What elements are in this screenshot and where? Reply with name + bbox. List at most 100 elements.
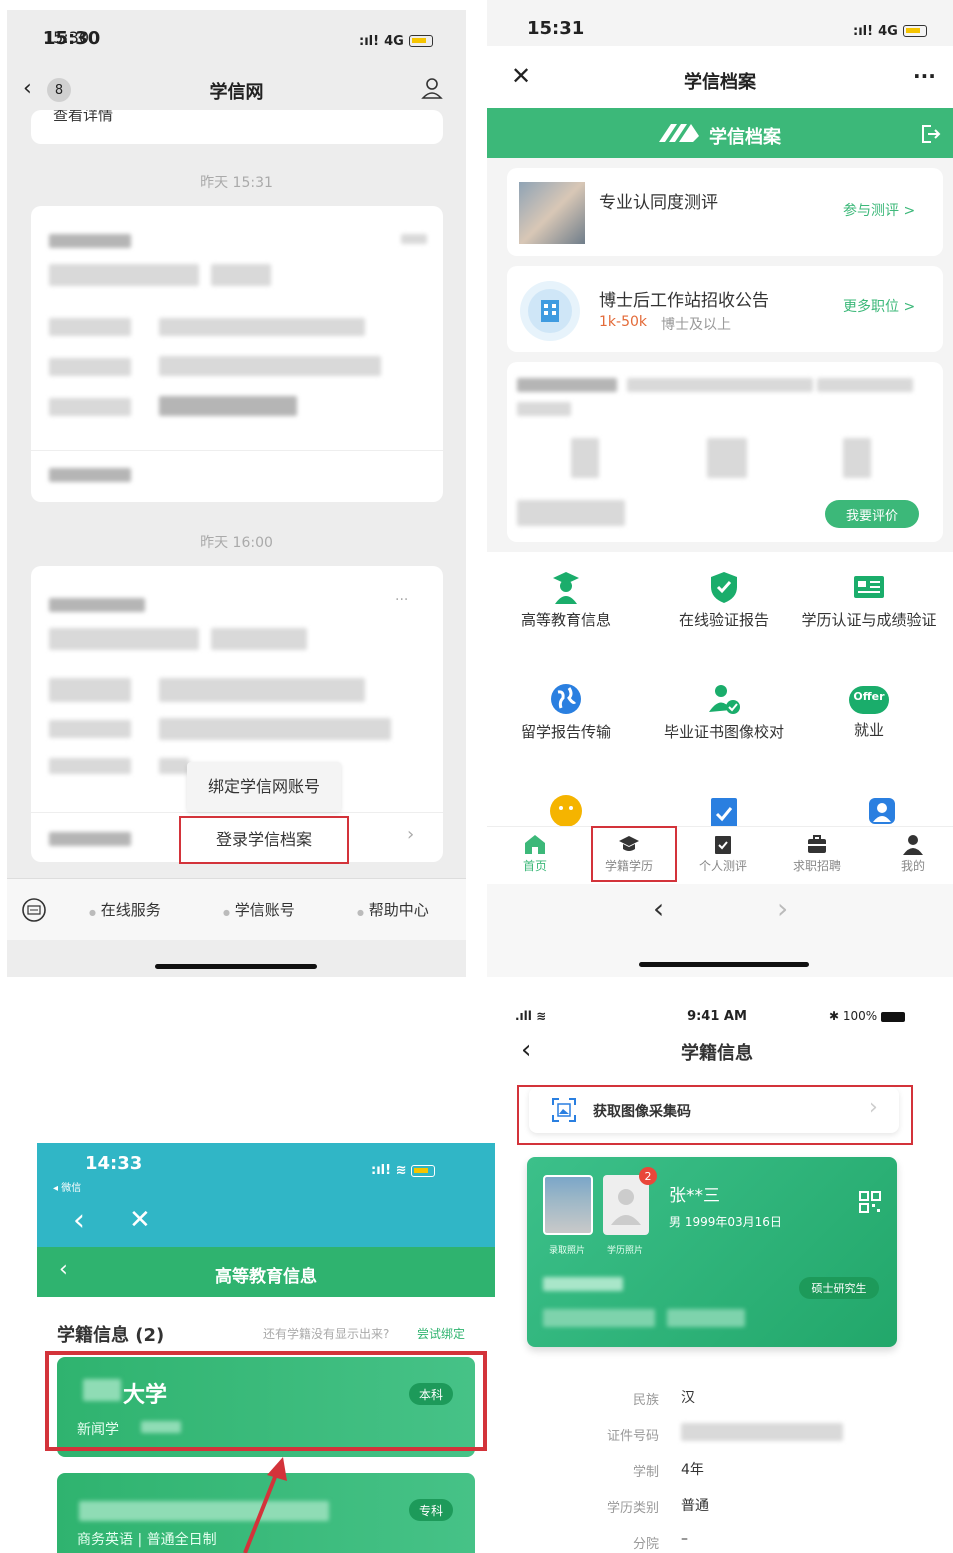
- survey-card[interactable]: 专业认同度测评 参与测评 >: [507, 168, 943, 256]
- xuexin-archive-panel: 15:31 :ıl! 4G ✕ 学信档案 ··· 学信档案 专业认同度测评 参与…: [487, 0, 953, 977]
- popup-menu-item-bind[interactable]: 绑定学信网账号: [187, 762, 341, 812]
- brand-banner: 学信档案: [487, 108, 953, 158]
- globe-icon: [551, 684, 581, 714]
- clipboard-check-icon: [711, 798, 737, 828]
- building-icon: [520, 281, 580, 341]
- battery-icon: [410, 1164, 435, 1177]
- postdoc-title: 博士后工作站招收公告: [599, 291, 769, 311]
- more-menu-icon[interactable]: ···: [913, 64, 936, 88]
- more-jobs-link[interactable]: 更多职位 >: [843, 296, 915, 316]
- grid-label: 学历认证与成绩验证: [801, 611, 937, 629]
- tab-label: 首页: [522, 859, 547, 873]
- chat-title: 学信网: [209, 82, 264, 103]
- grid-item-employment[interactable]: Offer 就业: [799, 682, 939, 741]
- view-details-link[interactable]: 查看详情: [53, 110, 113, 125]
- back-to-wechat[interactable]: ◂ 微信: [53, 1179, 81, 1194]
- briefcase-icon: [808, 835, 826, 853]
- battery-icon: [881, 1011, 906, 1022]
- brand-name: 学信档案: [709, 127, 781, 148]
- menu-online-service[interactable]: ● 在线服务: [89, 899, 161, 920]
- degree-requirement: 博士及以上: [661, 317, 731, 333]
- grid-label: 毕业证书图像校对: [663, 723, 784, 741]
- tab-me[interactable]: 我的: [873, 833, 953, 874]
- login-archive-menu-item[interactable]: 登录学信档案: [179, 816, 349, 864]
- status-time-text: 14:33: [85, 1153, 143, 1174]
- survey-title: 专业认同度测评: [599, 193, 718, 213]
- section-title: 学籍信息 (2): [57, 1325, 165, 1346]
- gender-birthdate: 男 1999年03月16日: [669, 1215, 782, 1229]
- ethnicity-value: 汉: [681, 1390, 695, 1406]
- highlight-box: [591, 826, 677, 882]
- survey-thumbnail: [519, 182, 585, 244]
- major-label: 商务英语 | 普通全日制: [77, 1532, 217, 1548]
- grid-label: 高等教育信息: [520, 611, 611, 629]
- message-card-cut[interactable]: 查看详情: [31, 110, 443, 144]
- grid-item-certificate-check[interactable]: 毕业证书图像校对: [649, 682, 799, 743]
- student-profile-card: 2 录取照片 学历照片 张**三 男 1999年03月16日 硕士研究生: [527, 1157, 897, 1347]
- logout-icon[interactable]: [919, 123, 941, 145]
- close-icon[interactable]: ✕: [129, 1205, 151, 1235]
- program-length-label: 学制: [632, 1465, 659, 1480]
- rate-button[interactable]: 我要评价: [825, 500, 919, 528]
- education-photo-label: 学历照片: [607, 1246, 644, 1256]
- education-type-label: 学历类别: [606, 1501, 659, 1516]
- grid-item-overseas-report[interactable]: 留学报告传输: [491, 682, 641, 743]
- tab-bar: 首页 学籍学历 个人测评 求职招聘 我的: [487, 826, 953, 884]
- grid-item-higher-education[interactable]: 高等教育信息: [491, 570, 641, 631]
- tab-home[interactable]: 首页: [495, 833, 575, 874]
- tab-jobs[interactable]: 求职招聘: [777, 833, 857, 874]
- smile-icon: [550, 795, 582, 827]
- chevron-right-icon: ›: [407, 824, 415, 845]
- postdoc-card[interactable]: 博士后工作站招收公告 1k-50k 博士及以上 更多职位 >: [507, 266, 943, 352]
- tab-assessment[interactable]: 个人测评: [683, 833, 763, 874]
- clipboard-icon: [715, 836, 731, 854]
- status-icons: :ıl! ≋: [371, 1163, 435, 1178]
- admission-photo[interactable]: [543, 1175, 593, 1235]
- survey-action-link[interactable]: 参与测评 >: [843, 200, 915, 220]
- more-dots-icon[interactable]: ···: [395, 592, 408, 608]
- user-badge-icon: [869, 798, 895, 824]
- person-icon: [903, 835, 923, 855]
- grid-item-certification[interactable]: 学历认证与成绩验证: [799, 570, 939, 631]
- wechat-chat-panel: 15:30 15:30 :ıl! 4G ‹ 8 学信网 查看详情 昨天 15:3…: [7, 10, 466, 977]
- salary-range: 1k-50k: [599, 314, 647, 330]
- try-bind-link[interactable]: 尝试绑定: [417, 1325, 465, 1342]
- student-status-panel: .ıll ≋ 9:41 AM ✱ 100% ‹ 学籍信息 获取图像采集码 › 2…: [507, 995, 927, 1553]
- branch-value: –: [681, 1531, 688, 1547]
- grid-item-online-report[interactable]: 在线验证报告: [649, 570, 799, 631]
- annotation-arrow-icon: [243, 1457, 287, 1553]
- nav-bar: ✕ 学信档案 ···: [487, 46, 953, 108]
- tab-label: 个人测评: [698, 859, 747, 873]
- offer-icon: Offer: [849, 686, 889, 714]
- browser-toolbar: ‹ ›: [487, 884, 953, 977]
- hint-text: 还有学籍没有显示出来?: [263, 1327, 390, 1341]
- browser-forward-icon[interactable]: ›: [777, 892, 788, 925]
- template-message-card[interactable]: [31, 206, 443, 502]
- menu-help-center[interactable]: ● 帮助中心: [357, 899, 429, 920]
- education-photo[interactable]: [603, 1175, 649, 1235]
- signal-icon: :ıl!: [359, 34, 380, 49]
- menu-account[interactable]: ● 学信账号: [223, 899, 295, 920]
- timestamp: 昨天 15:31: [200, 175, 273, 191]
- status-time-text: 15:30: [43, 28, 101, 49]
- home-indicator: [155, 964, 317, 969]
- degree-badge: 硕士研究生: [799, 1277, 879, 1299]
- qr-code-icon[interactable]: [859, 1191, 881, 1213]
- browser-back-icon[interactable]: ‹: [653, 892, 664, 925]
- back-chevron-icon[interactable]: ‹: [73, 1203, 85, 1238]
- menu-label: 在线服务: [100, 901, 161, 919]
- home-indicator: [639, 962, 809, 967]
- keyboard-icon[interactable]: [21, 897, 47, 923]
- status-time-text: 15:31: [527, 18, 585, 39]
- battery-icon: [408, 34, 433, 47]
- grid-label: 留学报告传输: [520, 723, 611, 741]
- tab-label: 求职招聘: [792, 859, 841, 873]
- page-title: 学信档案: [684, 72, 756, 93]
- status-icons: :ıl! 4G: [359, 30, 433, 49]
- battery-status: ✱ 100%: [829, 1009, 906, 1023]
- menu-label: 学信账号: [234, 901, 295, 919]
- battery-icon: [902, 24, 927, 37]
- login-archive-label: 登录学信档案: [215, 830, 312, 849]
- profile-icon[interactable]: [420, 76, 444, 100]
- menu-label: 帮助中心: [368, 901, 429, 919]
